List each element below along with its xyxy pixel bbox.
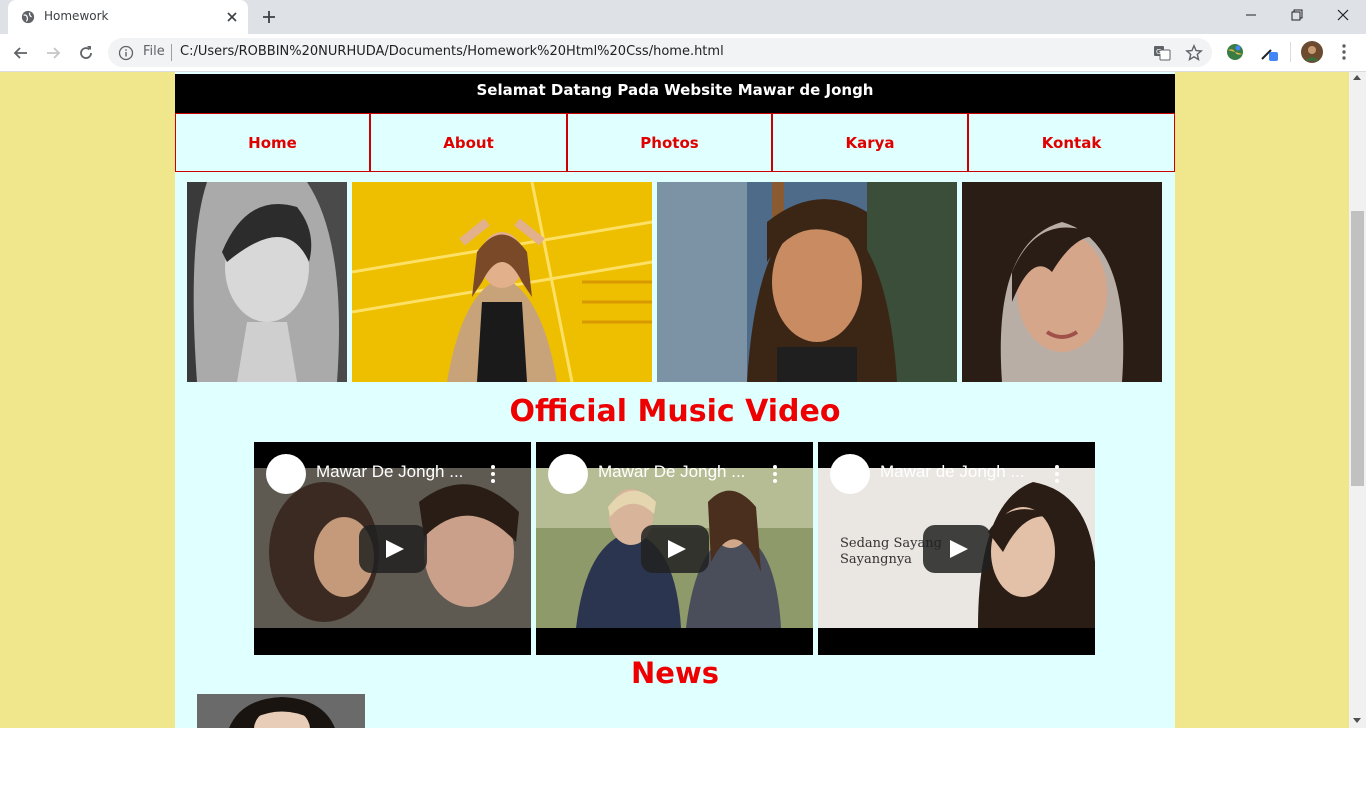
video-title-1[interactable]: Mawar De Jongh ... bbox=[316, 462, 463, 482]
play-icon-3[interactable] bbox=[923, 525, 991, 573]
channel-logo-1[interactable] bbox=[266, 454, 306, 494]
nav-photos[interactable]: Photos bbox=[567, 113, 772, 172]
content-container: Selamat Datang Pada Website Mawar de Jon… bbox=[175, 72, 1175, 728]
scroll-up-arrow-icon[interactable] bbox=[1353, 75, 1361, 80]
eyedropper-extension-icon[interactable] bbox=[1259, 42, 1279, 62]
video-more-icon-2[interactable] bbox=[772, 464, 778, 484]
news-heading: News bbox=[631, 656, 719, 690]
scroll-thumb[interactable] bbox=[1351, 211, 1364, 486]
tab-strip: Homework bbox=[0, 0, 1366, 34]
video-more-icon-1[interactable] bbox=[490, 464, 496, 484]
back-arrow-icon[interactable] bbox=[11, 43, 31, 63]
restore-button[interactable] bbox=[1274, 0, 1320, 30]
video-embed-2[interactable]: Mawar De Jongh ... bbox=[536, 442, 813, 655]
news-photo bbox=[197, 694, 365, 728]
close-tab-icon[interactable] bbox=[224, 9, 240, 25]
bookmark-star-icon[interactable] bbox=[1185, 44, 1203, 62]
restore-icon bbox=[1291, 9, 1303, 21]
welcome-banner: Selamat Datang Pada Website Mawar de Jon… bbox=[175, 74, 1175, 113]
scroll-down-arrow-icon[interactable] bbox=[1353, 718, 1361, 723]
page-scrollbar[interactable] bbox=[1349, 72, 1366, 728]
toolbar-divider bbox=[1290, 42, 1291, 62]
forward-arrow-icon[interactable] bbox=[43, 43, 63, 63]
gallery-photo-closeup bbox=[657, 182, 957, 382]
extension-globe-icon[interactable] bbox=[1225, 42, 1245, 62]
play-icon-2[interactable] bbox=[641, 525, 709, 573]
page-viewport: Selamat Datang Pada Website Mawar de Jon… bbox=[0, 72, 1349, 728]
main-nav: Home About Photos Karya Kontak bbox=[175, 113, 1175, 172]
nav-karya[interactable]: Karya bbox=[772, 113, 968, 172]
url-separator bbox=[171, 44, 172, 61]
gallery-photo-portrait bbox=[962, 182, 1162, 382]
music-video-heading: Official Music Video bbox=[509, 394, 841, 429]
video-embed-3[interactable]: Sedang Sayang Sayangnya Mawar de Jongh .… bbox=[818, 442, 1095, 655]
reload-icon[interactable] bbox=[76, 43, 96, 63]
video-title-3[interactable]: Mawar de Jongh ... bbox=[880, 462, 1025, 482]
globe-icon bbox=[21, 10, 35, 24]
new-tab-icon[interactable] bbox=[260, 8, 278, 26]
gallery-photo-bw bbox=[187, 182, 347, 382]
video-title-2[interactable]: Mawar De Jongh ... bbox=[598, 462, 745, 482]
channel-logo-2[interactable] bbox=[548, 454, 588, 494]
minimize-icon bbox=[1246, 14, 1256, 16]
close-icon bbox=[1337, 9, 1349, 21]
play-icon-1[interactable] bbox=[359, 525, 427, 573]
close-window-button[interactable] bbox=[1320, 0, 1366, 30]
address-bar[interactable]: File C:/Users/ROBBIN%20NURHUDA/Documents… bbox=[108, 38, 1212, 67]
info-icon[interactable] bbox=[118, 45, 134, 61]
browser-toolbar: File C:/Users/ROBBIN%20NURHUDA/Documents… bbox=[0, 34, 1366, 72]
url-text[interactable]: C:/Users/ROBBIN%20NURHUDA/Documents/Home… bbox=[180, 44, 724, 59]
browser-tab[interactable]: Homework bbox=[8, 0, 248, 34]
menu-kebab-icon[interactable] bbox=[1334, 42, 1354, 62]
nav-home[interactable]: Home bbox=[175, 113, 370, 172]
gallery-photo-yellow bbox=[352, 182, 652, 382]
minimize-button[interactable] bbox=[1228, 0, 1274, 30]
nav-kontak[interactable]: Kontak bbox=[968, 113, 1175, 172]
video-embed-1[interactable]: Mawar De Jongh ... bbox=[254, 442, 531, 655]
tab-title: Homework bbox=[44, 9, 109, 23]
channel-logo-3[interactable] bbox=[830, 454, 870, 494]
video-more-icon-3[interactable] bbox=[1054, 464, 1060, 484]
url-scheme: File bbox=[143, 44, 165, 59]
nav-about[interactable]: About bbox=[370, 113, 567, 172]
profile-avatar[interactable] bbox=[1301, 41, 1323, 63]
svg-text:G: G bbox=[1156, 48, 1161, 56]
translate-icon[interactable]: G bbox=[1153, 44, 1171, 62]
